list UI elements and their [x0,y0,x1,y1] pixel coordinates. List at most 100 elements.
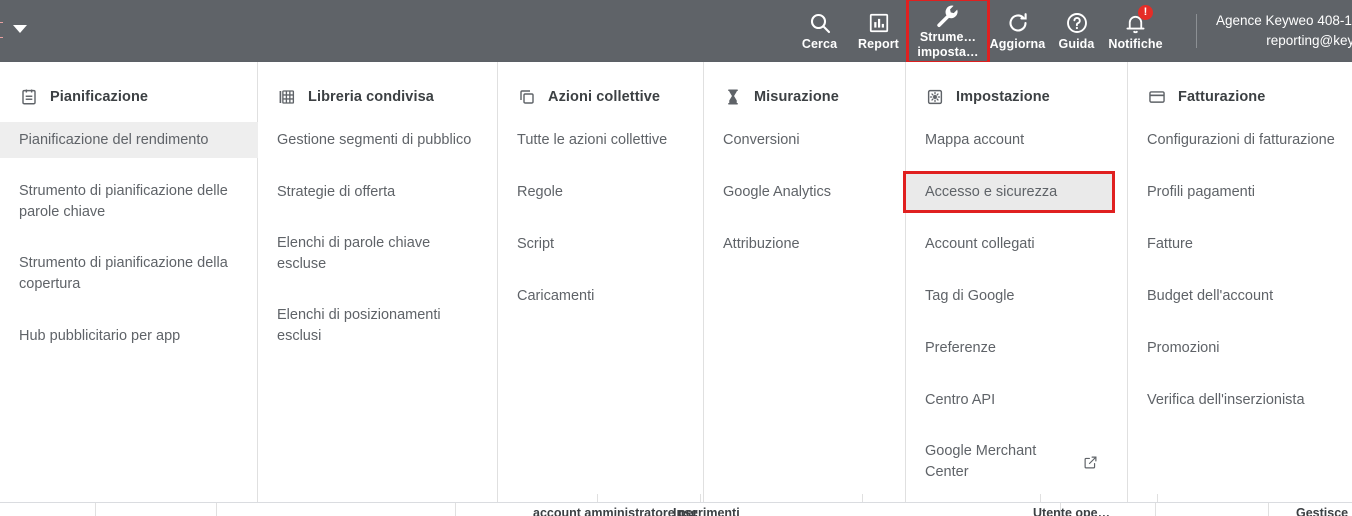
menu-item-label: Regole [517,183,563,200]
menu-item-label: Strumento di pianificazione della copert… [19,255,228,292]
menu-item-label: Account collegati [925,235,1035,252]
menu-item-strumento-pianificazione-copertura[interactable]: Strumento di pianificazione della copert… [0,246,258,302]
menu-item-label: Elenchi di posizionamenti esclusi [277,307,441,344]
menu-item-label: Profili pagamenti [1147,183,1255,200]
menu-item-elenchi-parole-chiave-escluse[interactable]: Elenchi di parole chiave escluse [258,226,497,282]
bell-icon: ! [1124,5,1153,36]
menu-item-gestione-segmenti-pubblico[interactable]: Gestione segmenti di pubblico [258,122,497,158]
search-icon [808,10,832,36]
menu-item-elenchi-posizionamenti-esclusi[interactable]: Elenchi di posizionamenti esclusi [258,298,497,354]
menu-item-strumento-pianificazione-parole-chiave[interactable]: Strumento di pianificazione delle parole… [0,174,258,230]
menu-item-script[interactable]: Script [498,226,703,262]
menu-column-title: Azioni collettive [548,89,661,105]
menu-item-label: Tutte le azioni collettive [517,131,668,148]
menu-item-label: Strumento di pianificazione delle parole… [19,183,228,220]
menu-item-label: Attribuzione [723,235,800,252]
credit-card-icon [1147,87,1167,107]
menu-item-label: Google Merchant Center [925,443,1037,480]
background-column-divider [1040,494,1041,502]
library-grid-icon [277,87,297,107]
menu-item-tag-di-google[interactable]: Tag di Google [906,278,1112,314]
google-ads-tools-menu-screen: Cerca Report Strume… imposta… Aggiorna G… [0,0,1352,516]
toolbar-notifications-label: Notifiche [1108,37,1163,51]
refresh-icon [1006,10,1030,36]
external-link-icon [1082,454,1098,470]
menu-column-header-misurazione: Misurazione [704,84,905,110]
menu-column-title: Misurazione [754,89,839,105]
menu-column-header-pianificazione: Pianificazione [0,84,257,110]
toolbar-search-button[interactable]: Cerca [790,0,849,62]
menu-item-hub-pubblicitario-per-app[interactable]: Hub pubblicitario per app [0,318,258,354]
menu-column-header-impostazione: Impostazione [906,84,1127,110]
menu-item-label: Script [517,235,555,252]
menu-item-regole[interactable]: Regole [498,174,703,210]
menu-item-label: Accesso e sicurezza [925,183,1058,200]
tools-settings-menu-panel: Pianificazione Pianificazione del rendim… [0,62,1352,502]
toolbar-help-button[interactable]: Guida [1047,0,1106,62]
background-column-divider [700,494,701,502]
menu-column-header-fatturazione: Fatturazione [1128,84,1352,110]
menu-item-account-collegati[interactable]: Account collegati [906,226,1112,262]
account-selector-clip [0,22,3,38]
menu-column-title: Libreria condivisa [308,89,434,105]
menu-item-google-merchant-center[interactable]: Google Merchant Center [906,434,1112,490]
toolbar-refresh-button[interactable]: Aggiorna [988,0,1047,62]
background-table-header-cell: Gestisce gli [1296,506,1352,516]
menu-item-attribuzione[interactable]: Attribuzione [704,226,905,262]
menu-item-preferenze[interactable]: Preferenze [906,330,1112,366]
menu-item-caricamenti[interactable]: Caricamenti [498,278,703,314]
menu-item-google-analytics[interactable]: Google Analytics [704,174,905,210]
menu-item-label: Fatture [1147,235,1193,252]
menu-item-label: Preferenze [925,339,996,356]
menu-item-label: Centro API [925,391,996,408]
menu-item-label: Mappa account [925,131,1025,148]
menu-column-impostazione: Impostazione Mappa account Accesso e sic… [903,62,1128,502]
menu-column-fatturazione: Fatturazione Configurazioni di fatturazi… [1128,62,1352,502]
menu-item-conversioni[interactable]: Conversioni [704,122,905,158]
menu-column-misurazione: Misurazione Conversioni Google Analytics… [704,62,906,502]
menu-item-label: Budget dell'account [1147,287,1274,304]
account-email: reporting@keyw [1266,33,1352,48]
menu-item-profili-pagamenti[interactable]: Profili pagamenti [1128,174,1352,210]
background-table-header-clipped: account amministratore per Inserimenti U… [0,502,1352,516]
menu-item-fatture[interactable]: Fatture [1128,226,1352,262]
toolbar-refresh-label: Aggiorna [989,37,1046,51]
menu-item-pianificazione-del-rendimento[interactable]: Pianificazione del rendimento [0,122,258,158]
gear-square-icon [925,87,945,107]
menu-item-budget-dell-account[interactable]: Budget dell'account [1128,278,1352,314]
account-info[interactable]: Agence Keyweo 408-13 reporting@keyw [1216,11,1352,51]
menu-column-libreria-condivisa: Libreria condivisa Gestione segmenti di … [258,62,498,502]
menu-item-label: Promozioni [1147,339,1220,356]
background-column-divider [1157,494,1158,502]
menu-item-label: Elenchi di parole chiave escluse [277,235,431,272]
hourglass-icon [723,87,743,107]
toolbar-help-label: Guida [1058,37,1095,51]
background-column-divider [597,494,598,502]
menu-column-title: Fatturazione [1178,89,1266,105]
toolbar-actions: Cerca Report Strume… imposta… Aggiorna G… [790,0,1165,64]
caret-down-icon[interactable] [13,25,27,33]
toolbar-tools-label-line1: Strume… [919,29,977,44]
background-table-header-cell: Inserimenti [673,506,740,516]
toolbar-tools-settings-button[interactable]: Strume… imposta… [906,0,990,64]
menu-item-strategie-di-offerta[interactable]: Strategie di offerta [258,174,497,210]
toolbar-notifications-button[interactable]: ! Notifiche [1106,0,1165,62]
menu-item-label: Conversioni [723,131,800,148]
toolbar-report-button[interactable]: Report [849,0,908,62]
menu-item-accesso-e-sicurezza[interactable]: Accesso e sicurezza [903,171,1115,213]
menu-item-mappa-account[interactable]: Mappa account [906,122,1112,158]
toolbar-search-label: Cerca [801,37,838,51]
menu-column-header-azioni-collettive: Azioni collettive [498,84,703,110]
toolbar-divider [1196,14,1197,48]
background-table-header-cell: Utente ope… [1033,506,1111,516]
menu-item-promozioni[interactable]: Promozioni [1128,330,1352,366]
menu-item-tutte-le-azioni-collettive[interactable]: Tutte le azioni collettive [498,122,703,158]
copy-stack-icon [517,87,537,107]
notification-badge: ! [1138,5,1153,20]
menu-item-configurazioni-di-fatturazione[interactable]: Configurazioni di fatturazione [1128,122,1352,158]
menu-item-verifica-dell-inserzionista[interactable]: Verifica dell'inserzionista [1128,382,1352,418]
menu-column-header-libreria-condivisa: Libreria condivisa [258,84,497,110]
menu-column-pianificazione: Pianificazione Pianificazione del rendim… [0,62,258,502]
menu-item-label: Tag di Google [925,287,1015,304]
menu-item-centro-api[interactable]: Centro API [906,382,1112,418]
